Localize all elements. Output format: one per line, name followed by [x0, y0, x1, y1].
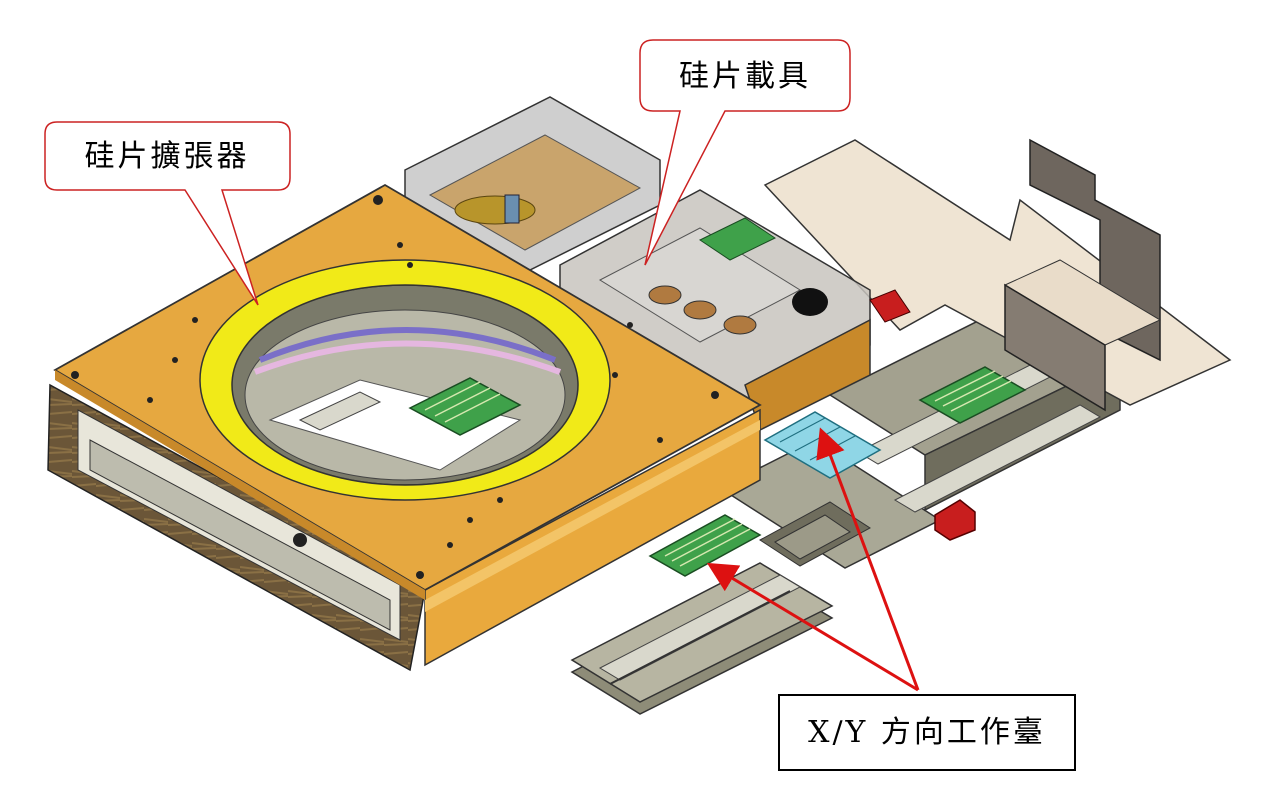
callout-expander-text: 硅片擴張器: [85, 139, 250, 174]
red-stop-block: [934, 499, 976, 541]
callout-carrier-text: 硅片載具: [679, 59, 811, 94]
machine-diagram: 硅片擴張器 硅片載具 X/Y 方向工作臺: [44, 39, 1232, 771]
black-motor: [792, 288, 828, 316]
xy-table-label-text: X/Y 方向工作臺: [808, 715, 1046, 750]
brass-cylinder: [454, 195, 536, 225]
